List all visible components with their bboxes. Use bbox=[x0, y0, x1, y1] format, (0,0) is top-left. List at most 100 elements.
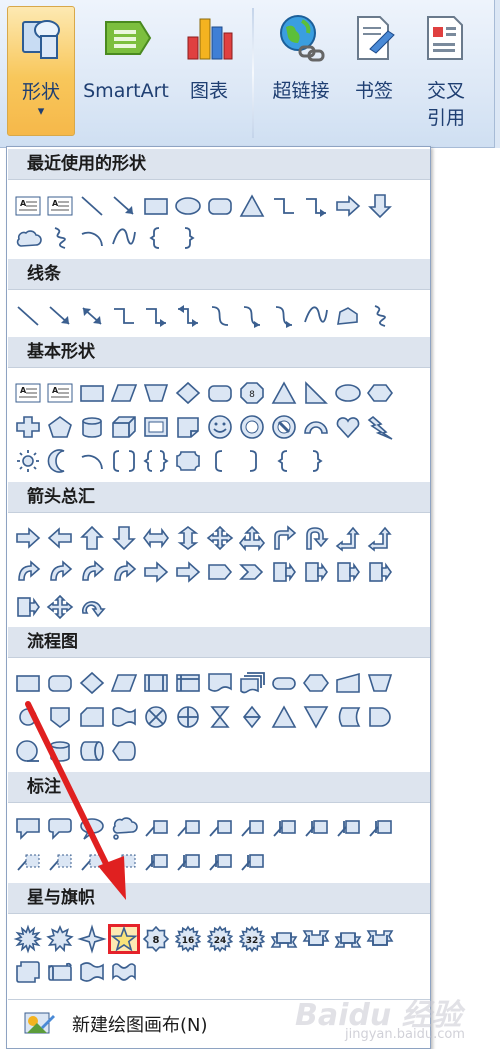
shape-arrow-line[interactable] bbox=[44, 301, 76, 331]
shape-rectangle[interactable] bbox=[76, 378, 108, 408]
shape-line-callout-1[interactable] bbox=[140, 813, 172, 843]
shape-arc[interactable] bbox=[76, 446, 108, 476]
shape-elbow-double-arrow[interactable] bbox=[172, 301, 204, 331]
shape-pentagon-arrow[interactable] bbox=[204, 557, 236, 587]
shape-left-up-arrow[interactable] bbox=[332, 523, 364, 553]
bookmark-button[interactable]: 书签 bbox=[344, 6, 404, 136]
shapes-button[interactable]: 形状 ▾ bbox=[7, 6, 75, 136]
shape-right-arrow[interactable] bbox=[332, 191, 364, 221]
shape-oval[interactable] bbox=[332, 378, 364, 408]
shape-summing-junction[interactable] bbox=[140, 702, 172, 732]
shape-elbow-connector[interactable] bbox=[268, 191, 300, 221]
shape-line-callout-3-accent[interactable] bbox=[332, 813, 364, 843]
shape-decision[interactable] bbox=[76, 668, 108, 698]
shape-line[interactable] bbox=[76, 191, 108, 221]
shape-cloud-callout[interactable] bbox=[108, 813, 140, 843]
shape-magnetic-disk[interactable] bbox=[44, 736, 76, 766]
shape-up-arrow[interactable] bbox=[76, 523, 108, 553]
shape-data[interactable] bbox=[108, 668, 140, 698]
shape-curved-down-ribbon[interactable] bbox=[364, 924, 396, 954]
shape-block-arc[interactable] bbox=[300, 412, 332, 442]
shape-24-point-star[interactable]: 24 bbox=[204, 924, 236, 954]
shape-rounded-callout[interactable] bbox=[44, 813, 76, 843]
shape-line-callout-3[interactable] bbox=[204, 813, 236, 843]
shape-quad-arrow[interactable] bbox=[204, 523, 236, 553]
shape-right-arrow-callout[interactable] bbox=[268, 557, 300, 587]
shape-curved-connector[interactable] bbox=[204, 301, 236, 331]
shape-curve[interactable] bbox=[108, 223, 140, 253]
shape-line-callout-3-no-border[interactable] bbox=[76, 847, 108, 877]
cross-reference-button[interactable]: 交叉 引用 bbox=[412, 6, 480, 136]
shape-notched-right-arrow[interactable] bbox=[172, 557, 204, 587]
shape-sequential-access-storage[interactable] bbox=[12, 736, 44, 766]
shape-can[interactable] bbox=[76, 412, 108, 442]
shape-32-point-star[interactable]: 32 bbox=[236, 924, 268, 954]
shape-curved-up-ribbon[interactable] bbox=[332, 924, 364, 954]
shape-double-arrow-line[interactable] bbox=[76, 301, 108, 331]
shape-curve[interactable] bbox=[300, 301, 332, 331]
shape-off-page-connector[interactable] bbox=[44, 702, 76, 732]
chart-button[interactable]: 图表 bbox=[176, 6, 242, 136]
shape-left-arrow[interactable] bbox=[44, 523, 76, 553]
shape-direct-access-storage[interactable] bbox=[76, 736, 108, 766]
shape-curved-arrow-connector[interactable] bbox=[236, 301, 268, 331]
hyperlink-button[interactable]: 超链接 bbox=[265, 6, 337, 136]
shape-lightning-bolt[interactable] bbox=[364, 412, 396, 442]
shape-manual-input[interactable] bbox=[332, 668, 364, 698]
shape-explosion-2[interactable] bbox=[44, 924, 76, 954]
shape-card[interactable] bbox=[76, 702, 108, 732]
shape-rounded-rectangle[interactable] bbox=[204, 378, 236, 408]
shape-sun[interactable] bbox=[12, 446, 44, 476]
shape-5-point-star[interactable] bbox=[108, 924, 140, 954]
shape-line-callout-2-accent[interactable] bbox=[300, 813, 332, 843]
shape-line-callout-1-no-border[interactable] bbox=[12, 847, 44, 877]
shape-connector[interactable] bbox=[12, 702, 44, 732]
shape-pentagon[interactable] bbox=[44, 412, 76, 442]
shape-document[interactable] bbox=[204, 668, 236, 698]
shape-left-right-arrow-callout[interactable] bbox=[12, 592, 44, 622]
shape-left-brace[interactable] bbox=[140, 223, 172, 253]
shape-elbow-arrow-connector[interactable] bbox=[300, 191, 332, 221]
shape-line-callout-4-no-border[interactable] bbox=[108, 847, 140, 877]
shape-curved-right-arrow[interactable] bbox=[12, 557, 44, 587]
shape-explosion-1[interactable] bbox=[12, 924, 44, 954]
shape-curved-left-arrow[interactable] bbox=[44, 557, 76, 587]
shape-sort[interactable] bbox=[236, 702, 268, 732]
shape-arc[interactable] bbox=[76, 223, 108, 253]
shape-down-ribbon[interactable] bbox=[300, 924, 332, 954]
shape-freeform-scribble[interactable] bbox=[44, 223, 76, 253]
shape-double-wave[interactable] bbox=[108, 957, 140, 987]
shape-folded-corner[interactable] bbox=[172, 412, 204, 442]
shape-internal-storage[interactable] bbox=[172, 668, 204, 698]
shape-triangle[interactable] bbox=[236, 191, 268, 221]
shape-right-bracket[interactable] bbox=[236, 446, 268, 476]
shape-striped-right-arrow[interactable] bbox=[140, 557, 172, 587]
shape-left-arrow-callout[interactable] bbox=[332, 557, 364, 587]
shape-u-turn-arrow[interactable] bbox=[300, 523, 332, 553]
shape-cross[interactable] bbox=[12, 412, 44, 442]
shape-line-callout-3-border-accent[interactable] bbox=[204, 847, 236, 877]
shape-8-point-star[interactable]: 8 bbox=[140, 924, 172, 954]
shape-bevel[interactable] bbox=[140, 412, 172, 442]
shape-heart[interactable] bbox=[332, 412, 364, 442]
shape-curved-up-arrow[interactable] bbox=[76, 557, 108, 587]
shape-16-point-star[interactable]: 16 bbox=[172, 924, 204, 954]
shape-double-brace[interactable] bbox=[140, 446, 172, 476]
shape-multidocument[interactable] bbox=[236, 668, 268, 698]
shape-freeform[interactable] bbox=[332, 301, 364, 331]
shape-quad-arrow-callout[interactable] bbox=[44, 592, 76, 622]
shape-preparation[interactable] bbox=[300, 668, 332, 698]
shape-plaque[interactable] bbox=[172, 446, 204, 476]
shape-elbow-connector[interactable] bbox=[108, 301, 140, 331]
shape-scribble[interactable] bbox=[364, 301, 396, 331]
shape-collate[interactable] bbox=[204, 702, 236, 732]
shape-left-brace[interactable] bbox=[268, 446, 300, 476]
shape-line[interactable] bbox=[12, 301, 44, 331]
shape-rounded-rectangle[interactable] bbox=[204, 191, 236, 221]
shape-parallelogram[interactable] bbox=[108, 378, 140, 408]
shape-no-symbol[interactable] bbox=[268, 412, 300, 442]
shape-bent-arrow[interactable] bbox=[268, 523, 300, 553]
shape-rectangle[interactable] bbox=[140, 191, 172, 221]
shape-right-triangle[interactable] bbox=[300, 378, 332, 408]
shape-vertical-scroll[interactable] bbox=[12, 957, 44, 987]
